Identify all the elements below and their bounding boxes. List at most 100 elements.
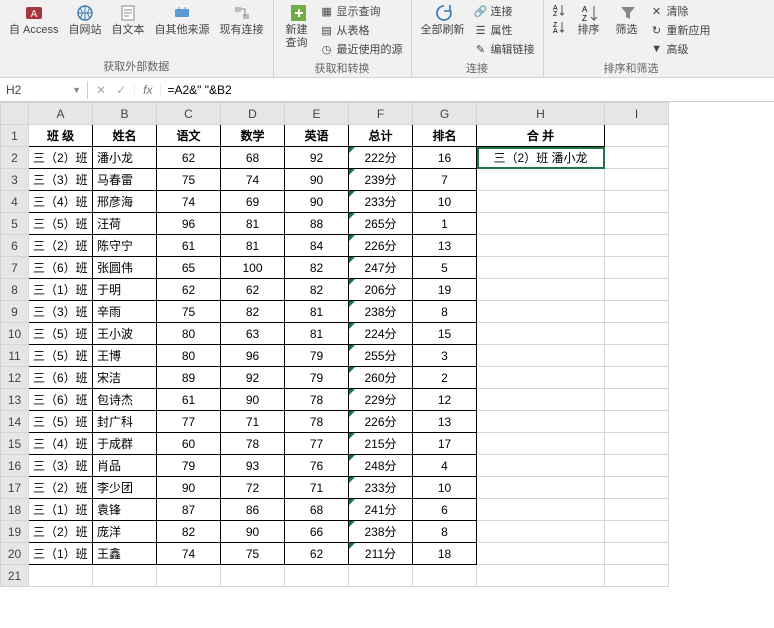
cell-G7[interactable]: 5 — [413, 257, 477, 279]
cell-G11[interactable]: 3 — [413, 345, 477, 367]
cell-B16[interactable]: 肖品 — [93, 455, 157, 477]
cell-E5[interactable]: 88 — [285, 213, 349, 235]
cell-C8[interactable]: 62 — [157, 279, 221, 301]
enter-icon[interactable]: ✓ — [116, 83, 126, 97]
cell-E8[interactable]: 82 — [285, 279, 349, 301]
col-head-C[interactable]: C — [157, 103, 221, 125]
cell-H16[interactable] — [477, 455, 605, 477]
header-cell[interactable]: 排名 — [413, 125, 477, 147]
cell-H6[interactable] — [477, 235, 605, 257]
cell-E6[interactable]: 84 — [285, 235, 349, 257]
cell[interactable] — [93, 565, 157, 587]
cell-H2[interactable]: 三（2）班 潘小龙 — [477, 147, 605, 169]
row-head-8[interactable]: 8 — [1, 279, 29, 301]
cell-H3[interactable] — [477, 169, 605, 191]
cell-C16[interactable]: 79 — [157, 455, 221, 477]
cell[interactable] — [605, 455, 669, 477]
cell-D20[interactable]: 75 — [221, 543, 285, 565]
cell-D8[interactable]: 62 — [221, 279, 285, 301]
cell-A8[interactable]: 三（1）班 — [29, 279, 93, 301]
cell-A3[interactable]: 三（3）班 — [29, 169, 93, 191]
header-cell[interactable]: 数学 — [221, 125, 285, 147]
cell-F3[interactable]: 239分 — [349, 169, 413, 191]
row-head-3[interactable]: 3 — [1, 169, 29, 191]
cell-E10[interactable]: 81 — [285, 323, 349, 345]
cell-E17[interactable]: 71 — [285, 477, 349, 499]
cell-F4[interactable]: 233分 — [349, 191, 413, 213]
cell-H13[interactable] — [477, 389, 605, 411]
cell-H4[interactable] — [477, 191, 605, 213]
cell[interactable] — [285, 565, 349, 587]
cell-E18[interactable]: 68 — [285, 499, 349, 521]
sort-asc-button[interactable]: AZ — [550, 2, 568, 18]
header-cell[interactable]: 班 级 — [29, 125, 93, 147]
cell-F12[interactable]: 260分 — [349, 367, 413, 389]
cell-G4[interactable]: 10 — [413, 191, 477, 213]
cell-G9[interactable]: 8 — [413, 301, 477, 323]
cell-F15[interactable]: 215分 — [349, 433, 413, 455]
cell-B4[interactable]: 邢彦海 — [93, 191, 157, 213]
cell[interactable] — [605, 279, 669, 301]
cell[interactable] — [605, 565, 669, 587]
row-head-13[interactable]: 13 — [1, 389, 29, 411]
cell-E13[interactable]: 78 — [285, 389, 349, 411]
cell-H12[interactable] — [477, 367, 605, 389]
cell-G8[interactable]: 19 — [413, 279, 477, 301]
cell-A12[interactable]: 三（6）班 — [29, 367, 93, 389]
cell-D12[interactable]: 92 — [221, 367, 285, 389]
header-cell[interactable]: 语文 — [157, 125, 221, 147]
cell-C5[interactable]: 96 — [157, 213, 221, 235]
cell-C12[interactable]: 89 — [157, 367, 221, 389]
cell-H5[interactable] — [477, 213, 605, 235]
cell[interactable] — [605, 323, 669, 345]
cell-A5[interactable]: 三（5）班 — [29, 213, 93, 235]
cell-D6[interactable]: 81 — [221, 235, 285, 257]
cell-F16[interactable]: 248分 — [349, 455, 413, 477]
cell-A2[interactable]: 三（2）班 — [29, 147, 93, 169]
cell-H18[interactable] — [477, 499, 605, 521]
col-head-E[interactable]: E — [285, 103, 349, 125]
cell-G5[interactable]: 1 — [413, 213, 477, 235]
cell-G18[interactable]: 6 — [413, 499, 477, 521]
header-cell[interactable]: 姓名 — [93, 125, 157, 147]
cell-C4[interactable]: 74 — [157, 191, 221, 213]
cell-G19[interactable]: 8 — [413, 521, 477, 543]
cell-E4[interactable]: 90 — [285, 191, 349, 213]
cell-C15[interactable]: 60 — [157, 433, 221, 455]
cell-C20[interactable]: 74 — [157, 543, 221, 565]
new-query-button[interactable]: 新建 查询 — [280, 2, 314, 52]
cell-H20[interactable] — [477, 543, 605, 565]
cell-E16[interactable]: 76 — [285, 455, 349, 477]
cell-F8[interactable]: 206分 — [349, 279, 413, 301]
col-head-B[interactable]: B — [93, 103, 157, 125]
cell-B18[interactable]: 袁锋 — [93, 499, 157, 521]
cell-G3[interactable]: 7 — [413, 169, 477, 191]
cell-B6[interactable]: 陈守宁 — [93, 235, 157, 257]
cell-A19[interactable]: 三（2）班 — [29, 521, 93, 543]
cell-H10[interactable] — [477, 323, 605, 345]
cell[interactable] — [605, 147, 669, 169]
cell-D3[interactable]: 74 — [221, 169, 285, 191]
row-head-10[interactable]: 10 — [1, 323, 29, 345]
cell-C3[interactable]: 75 — [157, 169, 221, 191]
cell[interactable] — [605, 301, 669, 323]
cell-B20[interactable]: 王鑫 — [93, 543, 157, 565]
cell-E3[interactable]: 90 — [285, 169, 349, 191]
header-cell[interactable]: 英语 — [285, 125, 349, 147]
cell-A16[interactable]: 三（3）班 — [29, 455, 93, 477]
cell-H8[interactable] — [477, 279, 605, 301]
properties-item[interactable]: ☰属性 — [472, 21, 537, 39]
cell-D10[interactable]: 63 — [221, 323, 285, 345]
cell-D9[interactable]: 82 — [221, 301, 285, 323]
cell-B17[interactable]: 李少团 — [93, 477, 157, 499]
cell-F10[interactable]: 224分 — [349, 323, 413, 345]
cell-F20[interactable]: 211分 — [349, 543, 413, 565]
col-head-A[interactable]: A — [29, 103, 93, 125]
cell[interactable] — [605, 169, 669, 191]
cell-A11[interactable]: 三（5）班 — [29, 345, 93, 367]
reapply-item[interactable]: ↻重新应用 — [648, 21, 713, 39]
row-head-14[interactable]: 14 — [1, 411, 29, 433]
cell-C19[interactable]: 82 — [157, 521, 221, 543]
cell-A18[interactable]: 三（1）班 — [29, 499, 93, 521]
from-table-item[interactable]: ▤从表格 — [318, 21, 405, 39]
